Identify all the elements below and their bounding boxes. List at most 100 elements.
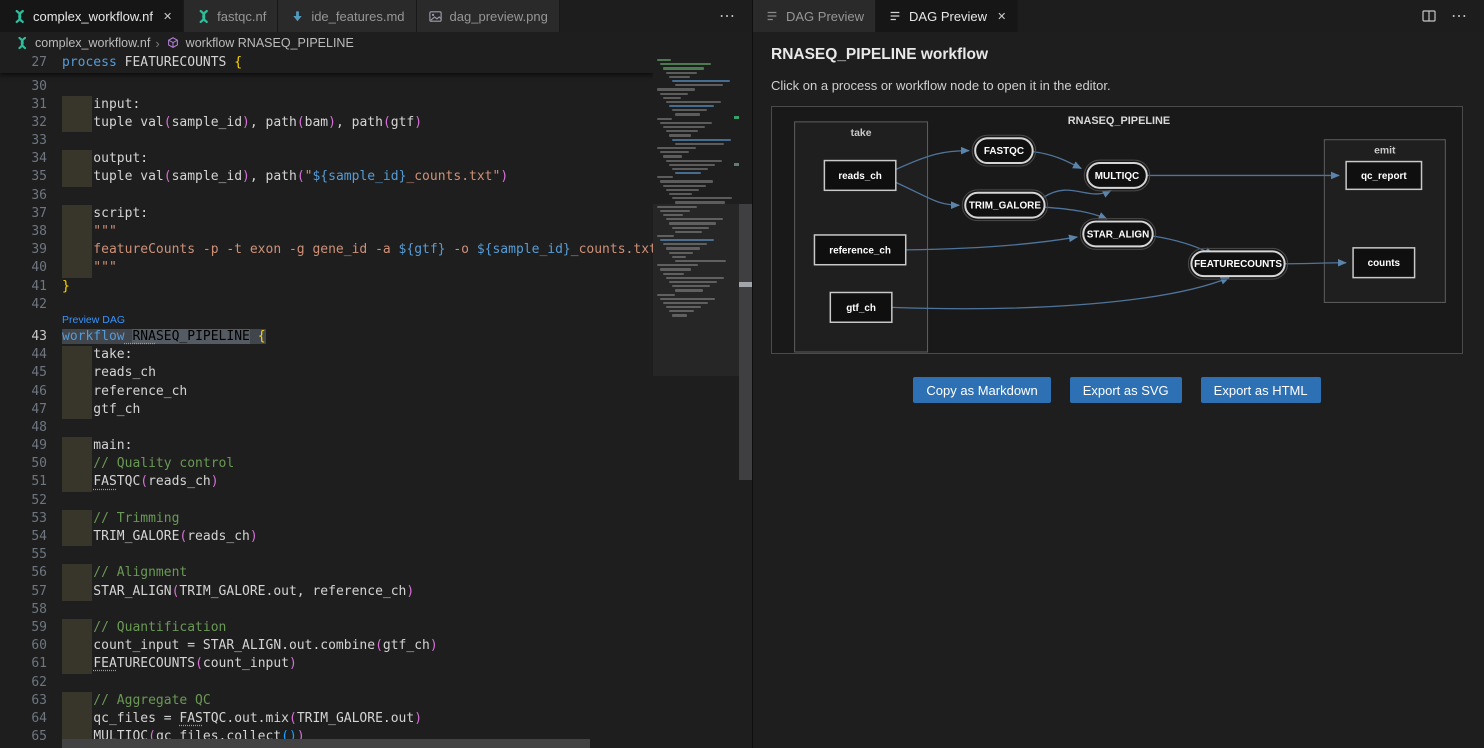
copy-as-markdown-button[interactable]: Copy as Markdown (913, 377, 1050, 403)
tab-label: DAG Preview (909, 9, 987, 24)
code-editor[interactable]: 27process FEATURECOUNTS { 3031 input:32 … (0, 54, 752, 748)
code-line[interactable]: 39 featureCounts -p -t exon -g gene_id -… (0, 241, 653, 259)
minimap-line (669, 134, 691, 136)
code-line[interactable]: 63 // Aggregate QC (0, 692, 653, 710)
indent-guide-highlight (62, 583, 92, 601)
code-line[interactable]: 37 script: (0, 205, 653, 223)
sticky-scroll-line[interactable]: 27process FEATURECOUNTS { (0, 54, 653, 73)
code-line[interactable]: 60 count_input = STAR_ALIGN.out.combine(… (0, 637, 653, 655)
code-line[interactable]: 35 tuple val(sample_id), path("${sample_… (0, 168, 653, 186)
breadcrumb-file[interactable]: complex_workflow.nf (35, 36, 150, 50)
code-line[interactable]: 57 STAR_ALIGN(TRIM_GALORE.out, reference… (0, 583, 653, 601)
tab-dag-preview-inactive[interactable]: DAG Preview (753, 0, 876, 32)
line-number: 62 (0, 674, 47, 692)
tab-complex-workflow[interactable]: complex_workflow.nf ✕ (0, 0, 184, 32)
dag-node-reads_ch[interactable]: reads_ch (824, 161, 895, 191)
indent-guide-highlight (62, 168, 92, 186)
line-number: 56 (0, 564, 47, 582)
dag-node-TRIM_GALORE[interactable]: TRIM_GALORE (962, 190, 1047, 221)
indent-guide-highlight (62, 401, 92, 419)
symbol-namespace-icon (165, 35, 181, 51)
code-line[interactable]: 42 (0, 296, 653, 314)
line-number: 58 (0, 601, 47, 619)
code-line[interactable]: 48 (0, 419, 653, 437)
line-number: 64 (0, 710, 47, 728)
minimap-line (660, 63, 711, 65)
tab-dag-preview-active[interactable]: DAG Preview ✕ (876, 0, 1018, 32)
dag-node-MULTIQC[interactable]: MULTIQC (1084, 160, 1149, 191)
code-line[interactable]: 36 (0, 187, 653, 205)
codelens-preview-dag[interactable]: Preview DAG (0, 314, 653, 328)
minimap-slider[interactable] (653, 204, 739, 376)
dag-node-STAR_ALIGN[interactable]: STAR_ALIGN (1080, 219, 1155, 250)
minimap-line (666, 189, 699, 191)
code-line[interactable]: 51 FASTQC(reads_ch) (0, 473, 653, 491)
code-line[interactable]: 43workflow RNASEQ_PIPELINE { (0, 328, 653, 346)
close-icon[interactable]: ✕ (163, 10, 172, 23)
code-line[interactable]: 34 output: (0, 150, 653, 168)
code-line[interactable]: 31 input: (0, 96, 653, 114)
dag-canvas: RNASEQ_PIPELINEtakeemitreads_chreference… (772, 107, 1462, 353)
line-number: 51 (0, 473, 47, 491)
dag-node-reference_ch[interactable]: reference_ch (814, 235, 905, 265)
code-line[interactable]: 61 FEATURECOUNTS(count_input) (0, 655, 653, 673)
code-line[interactable]: 40 """ (0, 259, 653, 277)
minimap[interactable] (653, 54, 739, 748)
dag-node-counts[interactable]: counts (1353, 248, 1415, 278)
code-line[interactable]: 33 (0, 132, 653, 150)
export-as-html-button[interactable]: Export as HTML (1201, 377, 1321, 403)
code-line[interactable]: 38 """ (0, 223, 653, 241)
split-editor-icon[interactable] (1421, 8, 1437, 24)
indent-guide-highlight (62, 619, 92, 637)
tab-dag-preview-png[interactable]: dag_preview.png (417, 0, 560, 32)
code-line[interactable]: 45 reads_ch (0, 364, 653, 382)
more-actions-icon[interactable]: ⋯ (1451, 6, 1468, 26)
code-line[interactable]: 59 // Quantification (0, 619, 653, 637)
vertical-scrollbar-thumb[interactable] (739, 204, 752, 480)
indent-guide-highlight (62, 473, 92, 491)
line-number: 52 (0, 492, 47, 510)
line-number: 55 (0, 546, 47, 564)
export-as-svg-button[interactable]: Export as SVG (1070, 377, 1182, 403)
dag-node-gtf_ch[interactable]: gtf_ch (830, 292, 892, 322)
code-line[interactable]: 50 // Quality control (0, 455, 653, 473)
tab-fastqc[interactable]: fastqc.nf (184, 0, 278, 32)
dag-node-qc_report[interactable]: qc_report (1346, 162, 1421, 190)
more-actions-icon[interactable]: ⋯ (719, 6, 736, 26)
dag-edge-TRIM_GALORE-to-STAR_ALIGN (1045, 207, 1107, 219)
overview-ruler-mark (739, 282, 752, 287)
horizontal-scrollbar[interactable] (62, 739, 590, 748)
code-line[interactable]: 53 // Trimming (0, 510, 653, 528)
indent-guide-highlight (62, 710, 92, 728)
close-icon[interactable]: ✕ (997, 10, 1006, 23)
code-line[interactable]: 49 main: (0, 437, 653, 455)
code-line[interactable]: 64 qc_files = FASTQC.out.mix(TRIM_GALORE… (0, 710, 653, 728)
minimap-line (657, 176, 673, 178)
dag-node-label: reads_ch (838, 171, 882, 182)
breadcrumb-separator: › (155, 36, 159, 51)
code-line[interactable]: 52 (0, 492, 653, 510)
markdown-icon (289, 8, 305, 24)
dag-node-FEATURECOUNTS[interactable]: FEATURECOUNTS (1188, 248, 1287, 279)
code-line[interactable]: 46 reference_ch (0, 383, 653, 401)
indent-guide-highlight (62, 223, 92, 241)
indent-guide-highlight (62, 637, 92, 655)
dag-node-FASTQC[interactable]: FASTQC (972, 135, 1035, 166)
code-line[interactable]: 47 gtf_ch (0, 401, 653, 419)
code-line[interactable]: 30 (0, 78, 653, 96)
minimap-line (666, 101, 721, 103)
code-line[interactable]: 55 (0, 546, 653, 564)
nextflow-icon (14, 35, 30, 51)
tab-ide-features[interactable]: ide_features.md (278, 0, 416, 32)
code-line[interactable]: 56 // Alignment (0, 564, 653, 582)
code-line[interactable]: 54 TRIM_GALORE(reads_ch) (0, 528, 653, 546)
code-line[interactable]: 44 take: (0, 346, 653, 364)
code-area[interactable]: 27process FEATURECOUNTS { 3031 input:32 … (0, 54, 653, 748)
code-line[interactable]: 41} (0, 278, 653, 296)
code-line[interactable]: 58 (0, 601, 653, 619)
dag-node-label: FEATURECOUNTS (1194, 259, 1282, 270)
code-line[interactable]: 32 tuple val(sample_id), path(bam), path… (0, 114, 653, 132)
code-line[interactable]: 62 (0, 674, 653, 692)
vertical-scrollbar[interactable] (739, 54, 752, 748)
breadcrumb-symbol[interactable]: workflow RNASEQ_PIPELINE (186, 36, 354, 50)
